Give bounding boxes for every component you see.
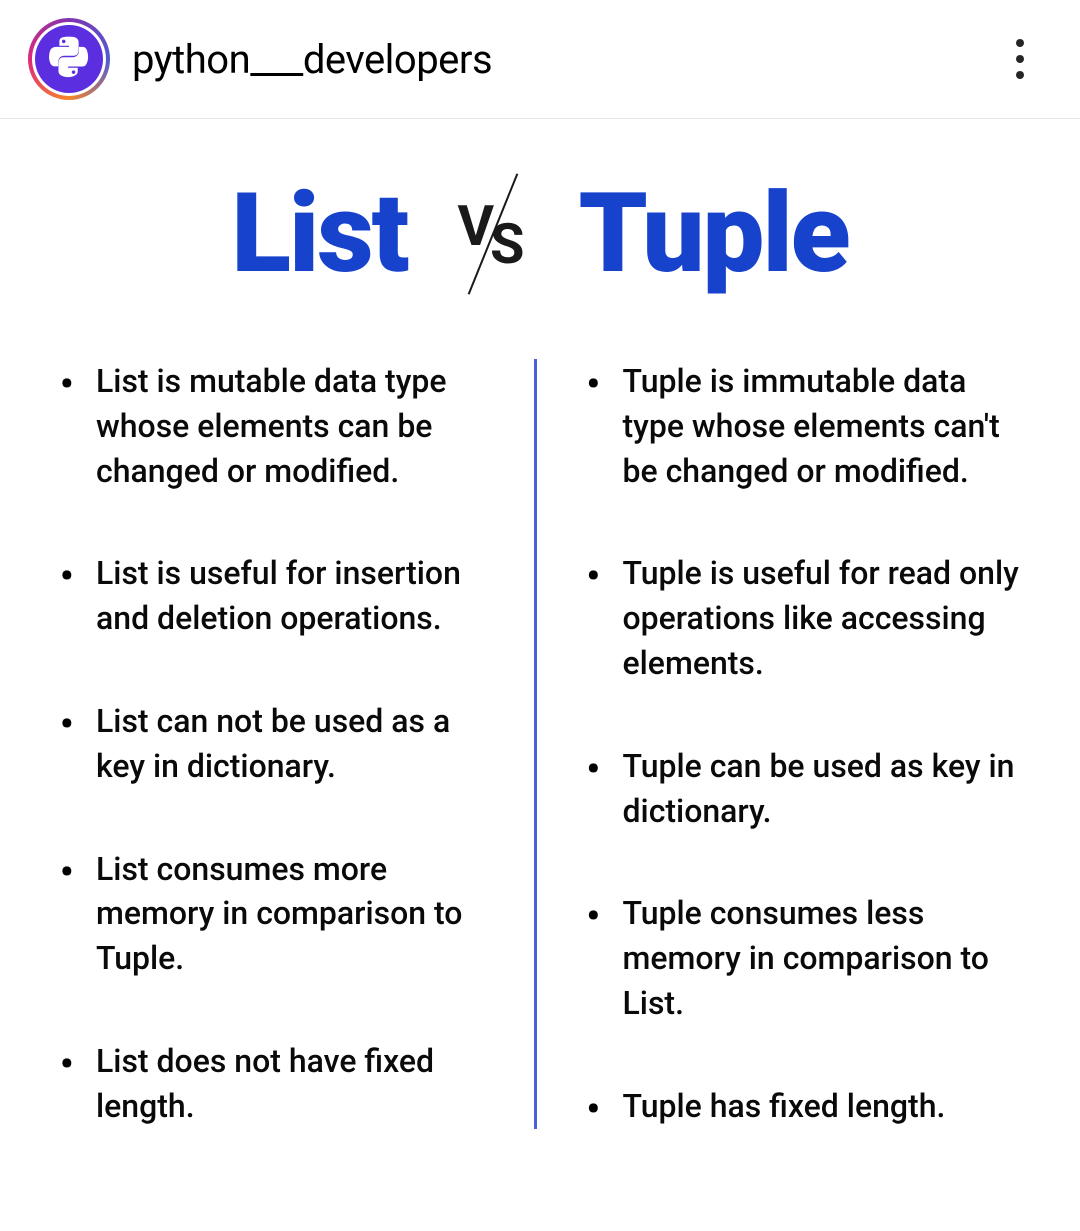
list-item: List is useful for insertion and deletio… bbox=[60, 551, 494, 641]
username-label[interactable]: python___developers bbox=[132, 36, 492, 83]
post-header-left: python___developers bbox=[28, 18, 492, 100]
vs-label: VS bbox=[457, 206, 528, 262]
post-header: python___developers bbox=[0, 0, 1080, 119]
list-item: List is mutable data type whose elements… bbox=[60, 359, 494, 493]
post-title-row: List VS Tuple bbox=[60, 179, 1020, 289]
title-tuple: Tuple bbox=[579, 179, 849, 289]
title-list: List bbox=[231, 179, 407, 289]
tuple-column: Tuple is immutable data type whose eleme… bbox=[537, 359, 1021, 1129]
list-item: Tuple can be used as key in dictionary. bbox=[587, 744, 1021, 834]
python-icon bbox=[46, 36, 92, 82]
list-item: List consumes more memory in comparison … bbox=[60, 847, 494, 981]
profile-avatar[interactable] bbox=[28, 18, 110, 100]
post-content: List VS Tuple List is mutable data type … bbox=[0, 119, 1080, 1169]
list-column: List is mutable data type whose elements… bbox=[60, 359, 534, 1129]
list-item: Tuple is useful for read only operations… bbox=[587, 551, 1021, 685]
list-item: Tuple has fixed length. bbox=[587, 1084, 1021, 1129]
list-item: List can not be used as a key in diction… bbox=[60, 699, 494, 789]
tuple-points: Tuple is immutable data type whose eleme… bbox=[587, 359, 1021, 1129]
vs-v: V bbox=[457, 193, 494, 259]
list-item: Tuple consumes less memory in comparison… bbox=[587, 891, 1021, 1025]
dot-icon bbox=[1016, 39, 1024, 47]
list-item: List does not have fixed length. bbox=[60, 1039, 494, 1129]
vs-s: S bbox=[490, 211, 524, 277]
more-options-button[interactable] bbox=[1000, 29, 1040, 89]
list-points: List is mutable data type whose elements… bbox=[60, 359, 494, 1129]
list-item: Tuple is immutable data type whose eleme… bbox=[587, 359, 1021, 493]
avatar-core bbox=[35, 25, 103, 93]
avatar-inner bbox=[32, 22, 106, 96]
dot-icon bbox=[1016, 55, 1024, 63]
comparison-columns: List is mutable data type whose elements… bbox=[60, 359, 1020, 1129]
dot-icon bbox=[1016, 71, 1024, 79]
